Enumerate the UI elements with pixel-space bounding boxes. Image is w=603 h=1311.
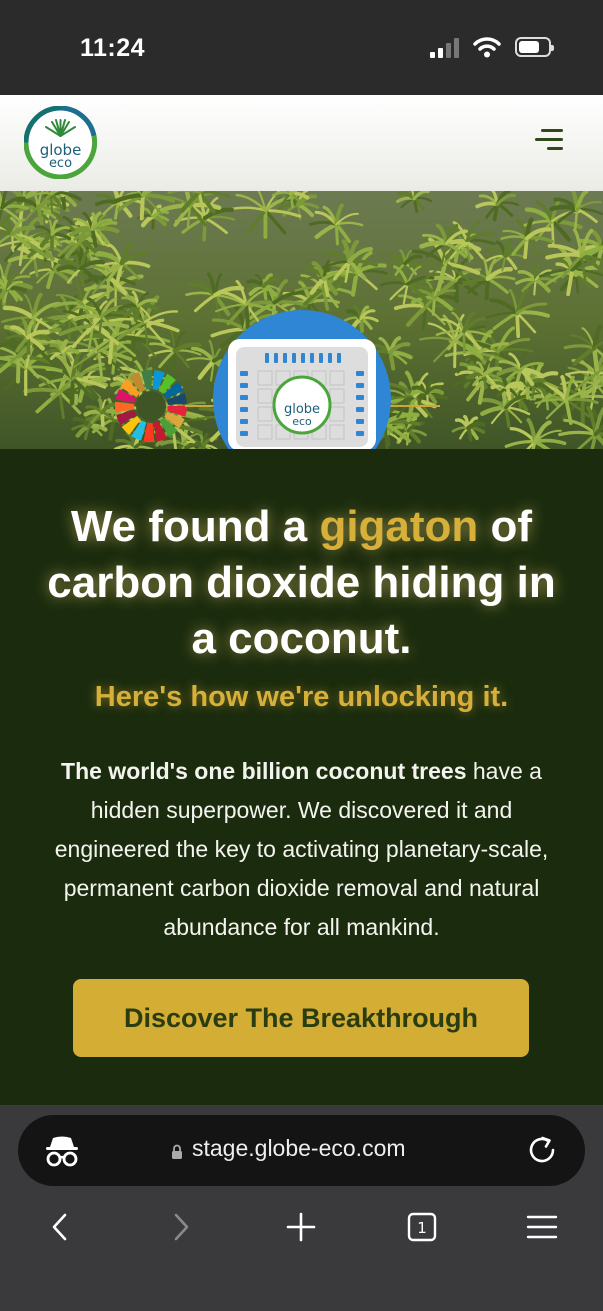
status-bar: 11:24 — [0, 0, 603, 95]
status-time: 11:24 — [80, 34, 146, 62]
address-bar[interactable]: stage.globe-eco.com — [18, 1115, 585, 1186]
body-text: The world's one billion coconut trees ha… — [42, 752, 561, 947]
headline: We found a gigaton of carbon dioxide hid… — [36, 499, 567, 667]
url-text[interactable]: stage.globe-eco.com — [192, 1135, 406, 1162]
chip-pin — [292, 353, 296, 363]
chip-pin — [240, 431, 248, 436]
chip-pin — [240, 419, 248, 424]
body-text-bold: The world's one billion coconut trees — [61, 758, 467, 784]
chip-pin — [240, 395, 248, 400]
chip-pin — [240, 383, 248, 388]
chip-pin — [356, 395, 364, 400]
hero-content: We found a gigaton of carbon dioxide hid… — [0, 449, 603, 1105]
chip-pin — [310, 353, 314, 363]
browser-chrome: stage.globe-eco.com 1 — [0, 1105, 603, 1311]
incognito-icon[interactable] — [45, 1135, 79, 1167]
hamburger-menu-icon[interactable] — [533, 129, 563, 153]
subheadline: Here's how we're unlocking it. — [94, 681, 509, 713]
wifi-icon — [473, 37, 501, 58]
headline-part1: We found a — [70, 502, 320, 551]
chip-pin — [301, 353, 305, 363]
signal-icon — [430, 36, 459, 58]
chip-pin — [319, 353, 323, 363]
chip-pin — [356, 407, 364, 412]
chip-logo-eco: eco — [292, 415, 312, 428]
forward-arrow-icon[interactable] — [161, 1205, 201, 1249]
tabs-icon[interactable]: 1 — [402, 1205, 442, 1249]
chip-pin — [356, 371, 364, 376]
body-text-rest: have a hidden superpower. We discovered … — [54, 758, 549, 940]
chip-pin — [356, 383, 364, 388]
plus-icon[interactable] — [281, 1205, 321, 1249]
logo-text-eco: eco — [49, 156, 72, 171]
discover-breakthrough-button[interactable]: Discover The Breakthrough — [73, 979, 529, 1057]
headline-accent: gigaton — [319, 502, 479, 551]
chip-pin — [337, 353, 341, 363]
site-header: globe eco — [0, 95, 603, 191]
reload-icon[interactable] — [527, 1135, 557, 1165]
chip-pin — [265, 353, 269, 363]
chip-pin — [356, 419, 364, 424]
menu-icon[interactable] — [522, 1205, 562, 1249]
tab-count: 1 — [417, 1219, 427, 1237]
browser-toolbar: 1 — [0, 1205, 603, 1255]
lock-icon — [172, 1144, 182, 1159]
battery-icon — [515, 37, 554, 57]
chip-pin — [274, 353, 278, 363]
chip-pin — [356, 431, 364, 436]
chip-pin — [328, 353, 332, 363]
globe-eco-logo[interactable]: globe eco — [24, 106, 97, 179]
back-arrow-icon[interactable] — [40, 1205, 80, 1249]
hero-image: globe eco — [0, 191, 603, 449]
chip-pin — [283, 353, 287, 363]
chip-pin — [240, 407, 248, 412]
status-icons — [430, 36, 554, 58]
chip-pin — [240, 371, 248, 376]
